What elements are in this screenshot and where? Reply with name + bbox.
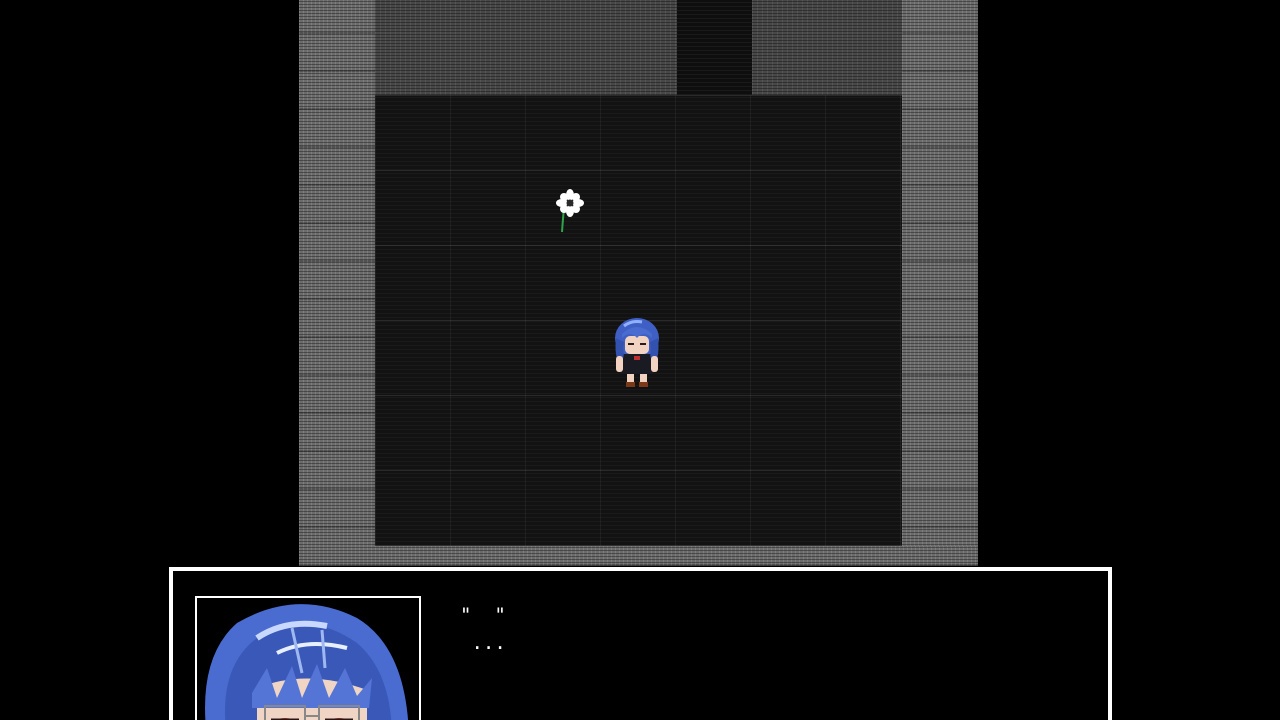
dialogue-line-2: ...	[460, 632, 506, 654]
speaker-portrait	[195, 596, 421, 720]
right-stone-wall	[902, 0, 978, 566]
left-stone-wall	[299, 0, 375, 566]
dialogue-window[interactable]: " " ...	[169, 567, 1112, 720]
bottom-stone-wall	[299, 546, 978, 566]
back-wall-left	[375, 0, 677, 95]
dialogue-text: " " ...	[460, 601, 506, 657]
dialogue-line-1: " "	[460, 604, 506, 626]
flower-icon	[552, 186, 588, 236]
player-sprite-icon	[610, 316, 664, 390]
back-wall-right	[752, 0, 902, 95]
blue-haired-girl-portrait-icon	[205, 604, 409, 720]
north-doorway	[677, 0, 752, 95]
game-viewport: " " ...	[0, 0, 1280, 720]
